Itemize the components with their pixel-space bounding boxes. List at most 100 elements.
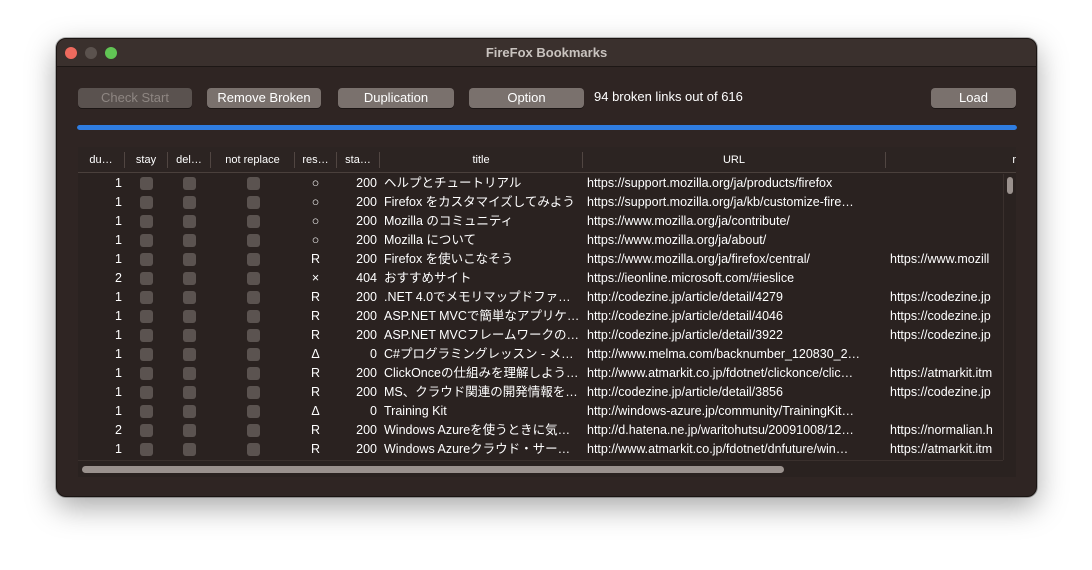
stay-checkbox[interactable] [140, 443, 153, 456]
bookmark-url[interactable]: http://www.melma.com/backnumber_120830_2… [587, 345, 883, 364]
delete-checkbox[interactable] [183, 215, 196, 228]
not-replace-checkbox[interactable] [247, 424, 260, 437]
replace-url[interactable]: https://atmarkit.itm [890, 364, 1003, 383]
table-row[interactable]: 1 R 200 ASP.NET MVCで簡単なアプリケ… http://codezine… [78, 307, 1003, 326]
horizontal-scroll-thumb[interactable] [82, 466, 784, 473]
stay-checkbox[interactable] [140, 405, 153, 418]
column-header-status[interactable]: sta… [337, 152, 380, 168]
column-header-url[interactable]: URL [583, 152, 886, 168]
table-row[interactable]: 1 R 200 Windows Azureクラウド・サー… http://www.atm… [78, 440, 1003, 459]
not-replace-checkbox[interactable] [247, 329, 260, 342]
stay-checkbox[interactable] [140, 272, 153, 285]
column-header-stay[interactable]: stay [125, 152, 168, 168]
table-row[interactable]: 1 Δ 0 C#プログラミングレッスン - メ… http://www.melma.co… [78, 345, 1003, 364]
stay-checkbox[interactable] [140, 367, 153, 380]
column-header-title[interactable]: title [380, 152, 583, 168]
not-replace-checkbox[interactable] [247, 405, 260, 418]
stay-checkbox[interactable] [140, 310, 153, 323]
not-replace-checkbox[interactable] [247, 215, 260, 228]
bookmark-url[interactable]: http://www.atmarkit.co.jp/fdotnet/clicko… [587, 364, 883, 383]
not-replace-checkbox[interactable] [247, 234, 260, 247]
stay-checkbox[interactable] [140, 386, 153, 399]
bookmark-url[interactable]: http://www.atmarkit.co.jp/fdotnet/dnfutu… [587, 440, 883, 459]
remove-broken-button[interactable]: Remove Broken [207, 88, 321, 108]
replace-url[interactable]: https://normalian.h [890, 421, 1003, 440]
stay-checkbox[interactable] [140, 424, 153, 437]
table-row[interactable]: 1 ○ 200 ヘルプとチュートリアル https://support.mozilla.… [78, 174, 1003, 193]
bookmark-url[interactable]: http://codezine.jp/article/detail/4046 [587, 307, 883, 326]
replace-url[interactable] [890, 345, 1003, 364]
table-row[interactable]: 2 × 404 おすすめサイト https://ieonline.microsoft.c… [78, 269, 1003, 288]
replace-url[interactable] [890, 174, 1003, 193]
table-row[interactable]: 2 R 200 Windows Azureを使うときに気… http://d.haten… [78, 421, 1003, 440]
stay-checkbox[interactable] [140, 348, 153, 361]
vertical-scrollbar[interactable] [1003, 174, 1016, 460]
delete-checkbox[interactable] [183, 196, 196, 209]
bookmark-url[interactable]: https://www.mozilla.org/ja/contribute/ [587, 212, 883, 231]
stay-checkbox[interactable] [140, 291, 153, 304]
table-row[interactable]: 1 R 200 ASP.NET MVCフレームワークの… http://codezine… [78, 326, 1003, 345]
delete-checkbox[interactable] [183, 405, 196, 418]
not-replace-checkbox[interactable] [247, 196, 260, 209]
not-replace-checkbox[interactable] [247, 291, 260, 304]
replace-url[interactable]: https://www.mozill [890, 250, 1003, 269]
replace-url[interactable] [890, 402, 1003, 421]
replace-url[interactable]: https://codezine.jp [890, 326, 1003, 345]
not-replace-checkbox[interactable] [247, 348, 260, 361]
check-start-button[interactable]: Check Start [78, 88, 192, 108]
not-replace-checkbox[interactable] [247, 386, 260, 399]
stay-checkbox[interactable] [140, 177, 153, 190]
option-button[interactable]: Option [469, 88, 584, 108]
load-button[interactable]: Load [931, 88, 1016, 108]
not-replace-checkbox[interactable] [247, 253, 260, 266]
not-replace-checkbox[interactable] [247, 177, 260, 190]
delete-checkbox[interactable] [183, 291, 196, 304]
not-replace-checkbox[interactable] [247, 272, 260, 285]
table-row[interactable]: 1 R 200 MS、クラウド関連の開発情報を… http://codezine.jp/… [78, 383, 1003, 402]
bookmark-url[interactable]: http://codezine.jp/article/detail/3922 [587, 326, 883, 345]
vertical-scroll-thumb[interactable] [1007, 177, 1013, 194]
table-row[interactable]: 1 R 200 ClickOnceの仕組みを理解しよう… http://www.atma… [78, 364, 1003, 383]
column-header-replace[interactable]: r [886, 152, 1016, 168]
not-replace-checkbox[interactable] [247, 310, 260, 323]
replace-url[interactable]: https://codezine.jp [890, 288, 1003, 307]
bookmark-url[interactable]: https://www.mozilla.org/ja/about/ [587, 231, 883, 250]
bookmark-url[interactable]: http://windows-azure.jp/community/Traini… [587, 402, 883, 421]
not-replace-checkbox[interactable] [247, 443, 260, 456]
bookmark-url[interactable]: https://ieonline.microsoft.com/#ieslice [587, 269, 883, 288]
bookmark-url[interactable]: https://www.mozilla.org/ja/firefox/centr… [587, 250, 883, 269]
replace-url[interactable] [890, 269, 1003, 288]
horizontal-scrollbar[interactable] [78, 460, 1003, 477]
bookmark-url[interactable]: https://support.mozilla.org/ja/kb/custom… [587, 193, 883, 212]
table-row[interactable]: 1 R 200 .NET 4.0でメモリマップドファ… http://codezine.… [78, 288, 1003, 307]
delete-checkbox[interactable] [183, 177, 196, 190]
delete-checkbox[interactable] [183, 272, 196, 285]
replace-url[interactable] [890, 231, 1003, 250]
delete-checkbox[interactable] [183, 234, 196, 247]
column-header-duplicate[interactable]: du… [78, 152, 125, 168]
table-row[interactable]: 1 ○ 200 Firefox をカスタマイズしてみよう https://support… [78, 193, 1003, 212]
stay-checkbox[interactable] [140, 234, 153, 247]
replace-url[interactable] [890, 212, 1003, 231]
not-replace-checkbox[interactable] [247, 367, 260, 380]
table-row[interactable]: 1 Δ 0 Training Kit http://windows-azure.jp/c… [78, 402, 1003, 421]
stay-checkbox[interactable] [140, 196, 153, 209]
table-row[interactable]: 1 ○ 200 Mozilla のコミュニティ https://www.mozilla.… [78, 212, 1003, 231]
replace-url[interactable]: https://atmarkit.itm [890, 440, 1003, 459]
delete-checkbox[interactable] [183, 386, 196, 399]
column-header-not-replace[interactable]: not replace [211, 152, 295, 168]
table-row[interactable]: 1 ○ 200 Mozilla について https://www.mozilla.org… [78, 231, 1003, 250]
table-row[interactable]: 1 R 200 Firefox を使いこなそう https://www.mozilla.… [78, 250, 1003, 269]
column-header-delete[interactable]: del… [168, 152, 211, 168]
delete-checkbox[interactable] [183, 310, 196, 323]
stay-checkbox[interactable] [140, 329, 153, 342]
delete-checkbox[interactable] [183, 424, 196, 437]
bookmark-url[interactable]: http://codezine.jp/article/detail/3856 [587, 383, 883, 402]
bookmark-url[interactable]: http://d.hatena.ne.jp/waritohutsu/200910… [587, 421, 883, 440]
delete-checkbox[interactable] [183, 443, 196, 456]
column-header-result[interactable]: res… [295, 152, 337, 168]
delete-checkbox[interactable] [183, 367, 196, 380]
bookmark-url[interactable]: http://codezine.jp/article/detail/4279 [587, 288, 883, 307]
replace-url[interactable] [890, 193, 1003, 212]
delete-checkbox[interactable] [183, 329, 196, 342]
